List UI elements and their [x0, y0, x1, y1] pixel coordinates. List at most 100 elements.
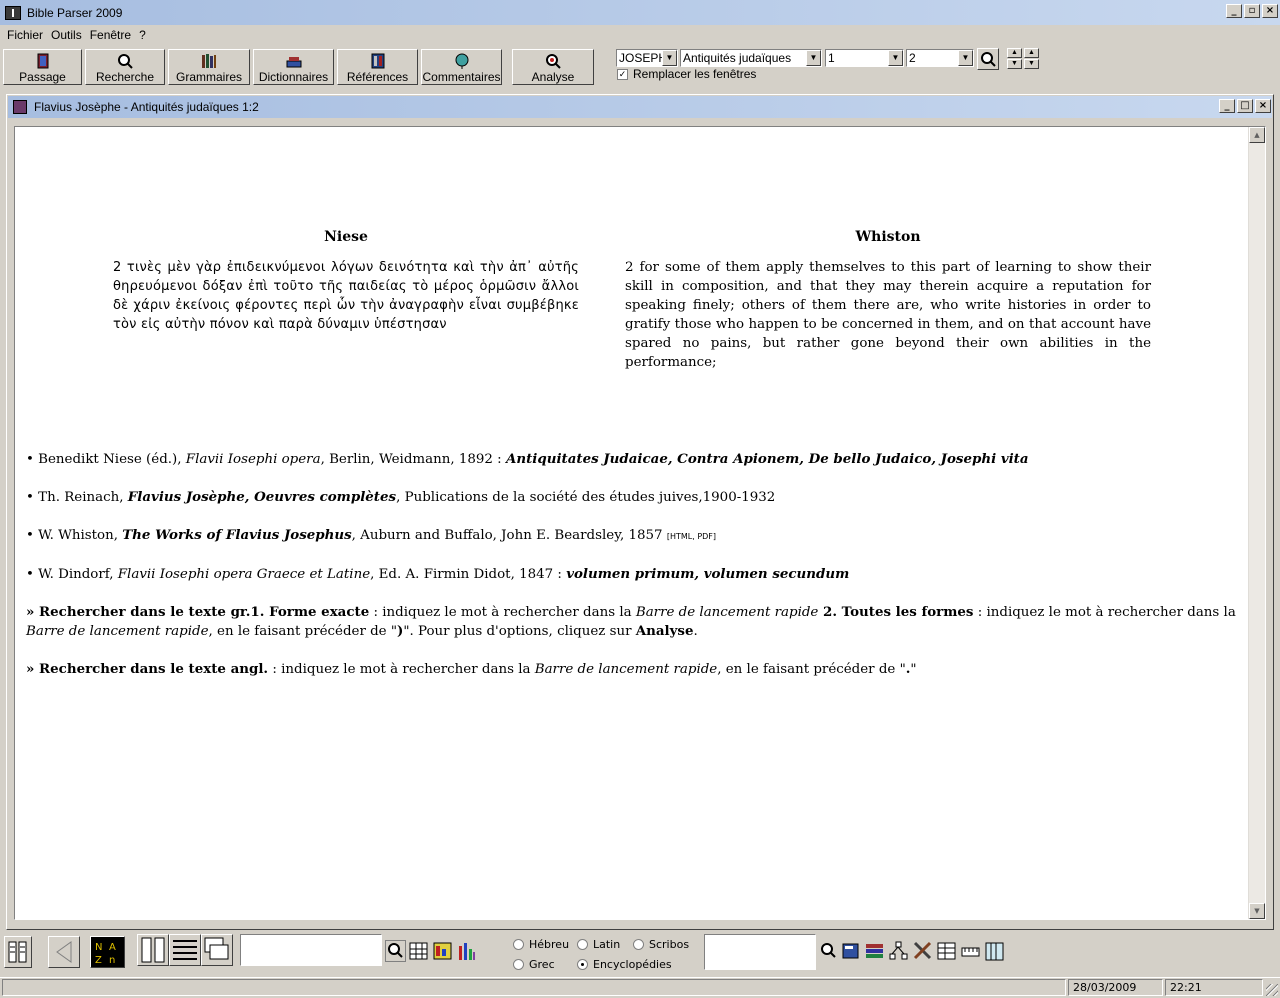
analyse-button[interactable]: Analyse: [512, 49, 594, 85]
references-button[interactable]: Références: [337, 49, 418, 85]
replace-windows-checkbox[interactable]: ✓: [617, 68, 628, 80]
doc-maximize-button[interactable]: □: [1237, 99, 1253, 113]
spin-up-right[interactable]: ▲: [1024, 48, 1039, 58]
radio-dot[interactable]: [513, 939, 524, 950]
work-select[interactable]: Antiquités judaïques ▼: [680, 49, 822, 67]
transliteration-button[interactable]: NAZn: [90, 936, 125, 968]
passage-button[interactable]: Passage: [3, 49, 82, 85]
menu-help[interactable]: ?: [135, 28, 150, 42]
radio-dot[interactable]: [577, 939, 588, 950]
ref-text: , Publications de la société des études …: [396, 490, 776, 505]
view-windows-button[interactable]: [201, 934, 233, 966]
radio-hebreu[interactable]: Hébreu: [513, 938, 569, 951]
help-text: , en le faisant précéder de ": [208, 624, 398, 639]
close-button[interactable]: ×: [1262, 4, 1278, 18]
radio-grec-label: Grec: [529, 958, 555, 971]
library-icon[interactable]: [984, 940, 1005, 962]
ref-link[interactable]: Antiquitates Judaicae, Contra Apionem, D…: [506, 451, 1029, 467]
status-time: 22:21: [1165, 979, 1263, 996]
work-select-value: Antiquités judaïques: [683, 51, 792, 65]
dictionnaires-button[interactable]: Dictionnaires: [253, 49, 334, 85]
chapter-select[interactable]: 1 ▼: [825, 49, 904, 67]
right-column-text: 2 for some of them apply themselves to t…: [625, 260, 1151, 370]
view-parallel-button[interactable]: [137, 934, 169, 966]
ref-link[interactable]: volumen primum, volumen secundum: [566, 566, 849, 582]
radio-encyclopedies[interactable]: Encyclopédies: [577, 958, 672, 971]
svg-text:A: A: [109, 942, 116, 953]
radio-scribos-label: Scribos: [649, 938, 690, 951]
verse-select[interactable]: 2 ▼: [906, 49, 974, 67]
spin-up-left[interactable]: ▲: [1007, 48, 1022, 58]
ref-title: Flavii Iosephi opera: [185, 452, 321, 467]
source-select[interactable]: JOSEPH ▼: [616, 49, 678, 67]
radio-grec[interactable]: Grec: [513, 958, 555, 971]
back-button[interactable]: [48, 936, 80, 968]
scroll-up-button[interactable]: ▲: [1249, 127, 1265, 143]
menu-outils[interactable]: Outils: [47, 28, 86, 42]
document-title: Flavius Josèphe - Antiquités judaïques 1…: [34, 100, 259, 114]
ref-formats-link[interactable]: [HTML, PDF]: [667, 532, 716, 541]
radio-latin[interactable]: Latin: [577, 938, 620, 951]
doc-close-button[interactable]: ×: [1255, 99, 1271, 113]
ref-link[interactable]: The Works of Flavius Josephus: [122, 527, 351, 543]
chevron-down-icon[interactable]: ▼: [958, 50, 973, 66]
ref-title: Flavii Iosephi opera Graece et Latine: [117, 567, 371, 582]
radio-dot[interactable]: [577, 959, 588, 970]
search-icon[interactable]: [818, 940, 839, 962]
menu-fenetre[interactable]: Fenêtre: [86, 28, 135, 42]
doc-minimize-button[interactable]: _: [1219, 99, 1235, 113]
replace-windows-option[interactable]: ✓ Remplacer les fenêtres: [617, 67, 756, 81]
chevron-down-icon[interactable]: ▼: [806, 50, 821, 66]
lines-icon: [173, 940, 197, 960]
go-button[interactable]: [977, 48, 999, 70]
tree-icon[interactable]: [888, 940, 909, 962]
book-icon: [37, 53, 48, 69]
chevron-down-icon[interactable]: ▼: [662, 50, 677, 66]
resize-grip[interactable]: [1266, 984, 1278, 996]
table-icon[interactable]: [936, 940, 957, 962]
chevron-down-icon[interactable]: ▼: [888, 50, 903, 66]
vertical-scrollbar[interactable]: ▲ ▼: [1248, 127, 1265, 919]
encyclopedia-search-input[interactable]: [704, 934, 816, 970]
scroll-down-button[interactable]: ▼: [1249, 903, 1265, 919]
dictionary-icon[interactable]: [841, 940, 862, 962]
svg-text:Z: Z: [95, 955, 102, 966]
help-term: Barre de lancement rapide: [534, 662, 718, 677]
help-text: ": [910, 662, 917, 677]
dictionary-icon: [286, 57, 301, 68]
spin-down-left[interactable]: ▼: [1007, 59, 1022, 69]
help-text: : indiquez le mot à rechercher dans la: [369, 605, 636, 620]
radio-dot[interactable]: [513, 959, 524, 970]
bar-chart-icon[interactable]: [456, 940, 477, 962]
grammaires-button[interactable]: Grammaires: [168, 49, 250, 85]
radio-encyclopedies-label: Encyclopédies: [593, 958, 672, 971]
source-select-value: JOSEPH: [619, 51, 668, 65]
radio-scribos[interactable]: Scribos: [633, 938, 689, 951]
dictionnaires-label: Dictionnaires: [258, 70, 329, 84]
radio-hebreu-label: Hébreu: [529, 938, 570, 951]
ref-text: • Benedikt Niese (éd.),: [26, 452, 186, 467]
layout-button[interactable]: [4, 936, 32, 968]
view-lines-button[interactable]: [169, 934, 201, 966]
radio-dot[interactable]: [633, 939, 644, 950]
help-step: 1. Forme exacte: [250, 604, 370, 620]
references-icon: [371, 53, 384, 69]
grid-icon[interactable]: [408, 940, 429, 962]
restore-button[interactable]: ▫: [1244, 4, 1260, 18]
status-message: [2, 979, 1066, 996]
left-column-title: Niese: [324, 229, 368, 245]
commentaires-button[interactable]: Commentaires: [421, 49, 502, 85]
menu-fichier[interactable]: Fichier: [3, 28, 47, 42]
recherche-button[interactable]: Recherche: [85, 49, 165, 85]
ruler-icon[interactable]: [960, 940, 981, 962]
quick-launch-input[interactable]: [240, 934, 382, 966]
ref-link[interactable]: Flavius Josèphe, Oeuvres complètes: [128, 489, 396, 505]
search-icon[interactable]: [385, 940, 406, 962]
help-term: Barre de lancement rapide: [635, 605, 819, 620]
table-color-icon[interactable]: [432, 940, 453, 962]
spin-down-right[interactable]: ▼: [1024, 59, 1039, 69]
tools-icon[interactable]: [912, 940, 933, 962]
minimize-button[interactable]: _: [1226, 4, 1242, 18]
books-icon[interactable]: [864, 940, 885, 962]
books-icon: [202, 54, 216, 68]
